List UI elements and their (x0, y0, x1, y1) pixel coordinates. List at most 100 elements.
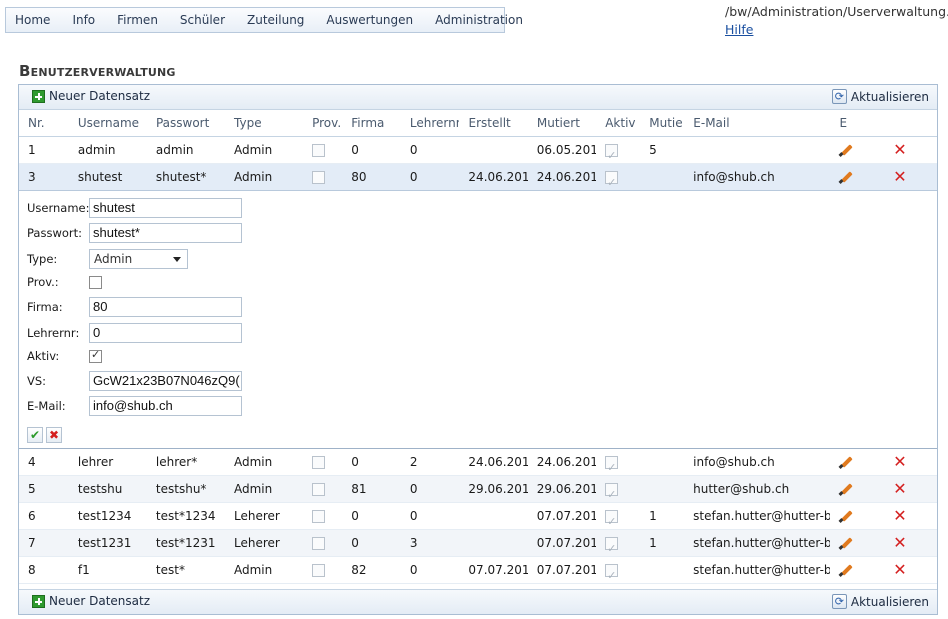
table-row[interactable]: 7 test1231 test*1231 Leherer 0 3 07.07.2012 1 st… (19, 530, 937, 557)
cell-mutiert: 07.07.2012 (536, 562, 597, 577)
delete-icon[interactable]: ✕ (893, 508, 906, 524)
pencil-icon[interactable] (839, 170, 853, 184)
edit-actions: ✔ ✖ (27, 427, 62, 443)
delete-icon[interactable]: ✕ (893, 481, 906, 497)
table-row[interactable]: 1 admin admin Admin 0 0 06.05.2012 5 ✕ (19, 137, 937, 164)
cell-passwort: testshu* (155, 481, 207, 496)
col-header-email[interactable]: E-Mail (684, 110, 830, 137)
col-header-aktiv[interactable]: Aktiv (596, 110, 640, 137)
col-header-mutier[interactable]: Mutier (640, 110, 684, 137)
col-header-lehrernr[interactable]: Lehrernr (401, 110, 460, 137)
table-row[interactable]: 6 test1234 test*1234 Leherer 0 0 07.07.2012 1 st… (19, 503, 937, 530)
help-link[interactable]: Hilfe (725, 22, 753, 37)
cell-mutiert: 24.06.2012 : (536, 169, 597, 184)
cell-erstellt (459, 137, 527, 164)
edit-label-prov: Prov.: (27, 275, 59, 289)
delete-cell: ✕ (879, 476, 937, 503)
pencil-icon[interactable] (839, 482, 853, 496)
grid-header: Nr. Username Passwort Type Prov. Firma L… (19, 110, 937, 137)
prov-cell (303, 137, 342, 164)
type-select[interactable]: Admin (89, 249, 188, 269)
lehrernr-field[interactable]: 0 (89, 323, 242, 343)
cell-email: info@shub.ch (693, 169, 775, 184)
aktiv-checkbox[interactable] (89, 348, 102, 363)
col-header-firma[interactable]: Firma (342, 110, 401, 137)
email-field[interactable]: info@shub.ch (89, 396, 242, 416)
cell-username: test1231 (77, 535, 132, 550)
save-button[interactable]: ✔ (27, 427, 43, 443)
edit-label-username: Username: (27, 201, 90, 215)
aktiv-cell (596, 557, 640, 584)
table-row[interactable]: 5 testshu testshu* Admin 81 0 29.06.2012 29.06.… (19, 476, 937, 503)
menu-item-info[interactable]: Info (61, 13, 106, 27)
aktiv-checkbox (605, 454, 619, 476)
cell-email: stefan.hutter@hutter-berat (693, 508, 831, 523)
vs-field[interactable]: GcW21x23B07N046zQ9( (89, 371, 242, 391)
menu-item-home[interactable]: Home (6, 13, 61, 27)
col-header-passwort[interactable]: Passwort (147, 110, 225, 137)
refresh-button[interactable]: ⟳ Aktualisieren (831, 89, 929, 104)
cell-erstellt: 29.06.2012 (468, 481, 528, 496)
delete-icon[interactable]: ✕ (893, 562, 906, 578)
cell-mutier (640, 557, 684, 584)
aktiv-checkbox (605, 562, 619, 584)
menu-item-zuteilung[interactable]: Zuteilung (236, 13, 315, 27)
menu-item-auswertungen[interactable]: Auswertungen (315, 13, 424, 27)
col-header-mutiert[interactable]: Mutiert (528, 110, 596, 137)
firma-field[interactable]: 80 (89, 297, 242, 317)
cell-nr: 8 (28, 562, 36, 577)
rows-top: 1 admin admin Admin 0 0 06.05.2012 5 ✕ 3 shutest sh… (19, 137, 937, 191)
col-header-nr[interactable]: Nr. (19, 110, 69, 137)
col-header-username[interactable]: Username (69, 110, 147, 137)
pencil-icon[interactable] (839, 455, 853, 469)
cell-lehrernr: 2 (409, 454, 418, 469)
delete-icon[interactable]: ✕ (893, 142, 906, 158)
new-record-button[interactable]: Neuer Datensatz (32, 89, 150, 103)
menu-item-administration[interactable]: Administration (424, 13, 534, 27)
pencil-icon[interactable] (839, 143, 853, 157)
aktiv-cell (596, 164, 640, 191)
col-header-erstellt[interactable]: Erstellt (460, 110, 528, 137)
cell-username: shutest (77, 169, 123, 184)
pencil-icon[interactable] (839, 563, 853, 577)
cell-nr: 6 (28, 508, 36, 523)
prov-cell (303, 449, 342, 476)
col-header-type[interactable]: Type (225, 110, 303, 137)
new-record-button-bottom[interactable]: Neuer Datensatz (32, 594, 150, 608)
cell-username: lehrer (77, 454, 114, 469)
delete-icon[interactable]: ✕ (893, 454, 906, 470)
menu-item-schueler[interactable]: Schüler (169, 13, 236, 27)
table-row[interactable]: 8 f1 test* Admin 82 0 07.07.2012 07.07.2012 stef… (19, 557, 937, 584)
prov-checkbox[interactable] (89, 275, 102, 289)
prov-checkbox (312, 170, 326, 184)
prov-cell (303, 557, 342, 584)
cell-nr: 1 (28, 142, 36, 157)
cell-firma: 82 (351, 562, 367, 577)
cell-lehrernr: 0 (409, 169, 418, 184)
username-field[interactable]: shutest (89, 198, 242, 218)
cancel-button[interactable]: ✖ (46, 427, 62, 443)
col-header-prov[interactable]: Prov. (303, 110, 342, 137)
edit-row-type: Type: Admin (27, 249, 188, 269)
cell-mutiert: 07.07.2012 (536, 535, 597, 550)
col-header-e[interactable]: E (830, 110, 879, 137)
cell-type: Admin (233, 142, 273, 157)
refresh-label: Aktualisieren (850, 89, 929, 104)
edit-row-email: E-Mail: info@shub.ch (27, 396, 242, 416)
delete-icon[interactable]: ✕ (893, 169, 906, 185)
pencil-icon[interactable] (839, 536, 853, 550)
edit-row-username: Username: shutest (27, 198, 242, 218)
table-row[interactable]: 4 lehrer lehrer* Admin 0 2 24.06.2012 24.06.201… (19, 449, 937, 476)
menu-item-firmen[interactable]: Firmen (106, 13, 169, 27)
refresh-button-bottom[interactable]: ⟳ Aktualisieren (831, 594, 929, 609)
pencil-icon[interactable] (839, 509, 853, 523)
command-bar-bottom: Neuer Datensatz ⟳ Aktualisieren (19, 589, 937, 614)
passwort-field[interactable]: shutest* (89, 223, 242, 243)
cell-email: stefan.hutter@hutter-berat (693, 535, 831, 550)
table-row[interactable]: 3 shutest shutest* Admin 80 0 24.06.2012 : 24.0… (19, 164, 937, 191)
cell-passwort: shutest* (155, 169, 207, 184)
cell-type: Admin (233, 169, 273, 184)
edit-label-passwort: Passwort: (27, 226, 83, 240)
prov-cell (303, 164, 342, 191)
delete-icon[interactable]: ✕ (893, 535, 906, 551)
